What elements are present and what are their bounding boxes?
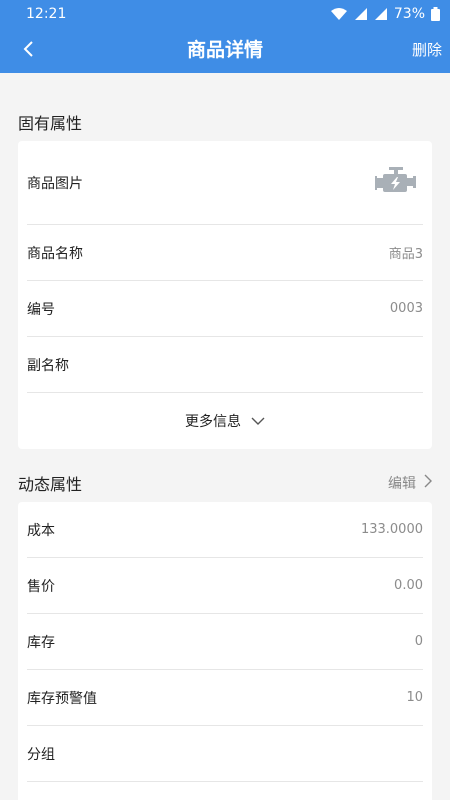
wifi-icon xyxy=(330,7,348,21)
page-title: 商品详情 xyxy=(186,39,263,61)
delete-button[interactable]: 删除 xyxy=(412,28,442,73)
chevron-right-icon xyxy=(424,474,432,492)
product-image-row[interactable]: 商品图片 xyxy=(27,141,423,225)
battery-percent: 73% xyxy=(393,6,425,22)
stock-value: 0 xyxy=(414,634,423,649)
stock-warning-row[interactable]: 库存预警值 10 xyxy=(27,670,423,726)
cost-label: 成本 xyxy=(27,522,55,539)
status-time: 12:21 xyxy=(26,6,67,22)
product-code-row[interactable]: 编号 0003 xyxy=(27,281,423,337)
chevron-down-icon xyxy=(251,413,265,429)
product-alias-label: 副名称 xyxy=(27,357,69,374)
product-image-label: 商品图片 xyxy=(27,175,83,192)
stock-warning-label: 库存预警值 xyxy=(27,690,97,707)
product-code-value: 0003 xyxy=(389,301,423,316)
battery-icon xyxy=(431,7,440,21)
stock-row[interactable]: 库存 0 xyxy=(27,614,423,670)
product-name-value: 商品3 xyxy=(388,247,423,262)
group-row[interactable]: 分组 xyxy=(27,726,423,782)
status-indicators: 73% xyxy=(330,6,440,22)
signal-icon xyxy=(374,7,388,21)
edit-label: 编辑 xyxy=(388,476,416,492)
more-info-label: 更多信息 xyxy=(185,414,241,430)
engine-icon xyxy=(375,166,417,200)
dynamic-section-title: 动态属性 xyxy=(18,475,83,494)
stock-label: 库存 xyxy=(27,634,55,651)
group-label: 分组 xyxy=(27,746,55,763)
price-label: 售价 xyxy=(27,578,55,595)
stock-warning-value: 10 xyxy=(406,690,423,705)
fixed-properties-card: 商品图片 商品名称 商品3 编号 0003 副名称 更多信息 xyxy=(18,141,432,449)
product-name-label: 商品名称 xyxy=(27,245,83,262)
fixed-section-header: 固有属性 xyxy=(18,107,432,137)
more-info-button[interactable]: 更多信息 xyxy=(18,393,432,449)
price-value: 0.00 xyxy=(394,578,423,593)
cost-row[interactable]: 成本 133.0000 xyxy=(27,502,423,558)
price-row[interactable]: 售价 0.00 xyxy=(27,558,423,614)
fixed-section-title: 固有属性 xyxy=(18,114,83,133)
dynamic-properties-card: 成本 133.0000 售价 0.00 库存 0 库存预警值 10 分组 xyxy=(18,502,432,800)
status-bar: 12:21 73% xyxy=(0,0,450,28)
product-code-label: 编号 xyxy=(27,301,55,318)
cost-value: 133.0000 xyxy=(360,522,423,537)
signal-icon xyxy=(354,7,368,21)
dynamic-section-header: 动态属性 编辑 xyxy=(18,468,432,498)
product-name-row[interactable]: 商品名称 商品3 xyxy=(27,225,423,281)
edit-button[interactable]: 编辑 xyxy=(388,473,432,493)
nav-bar: 商品详情 删除 xyxy=(0,28,450,73)
product-alias-row[interactable]: 副名称 xyxy=(27,337,423,393)
